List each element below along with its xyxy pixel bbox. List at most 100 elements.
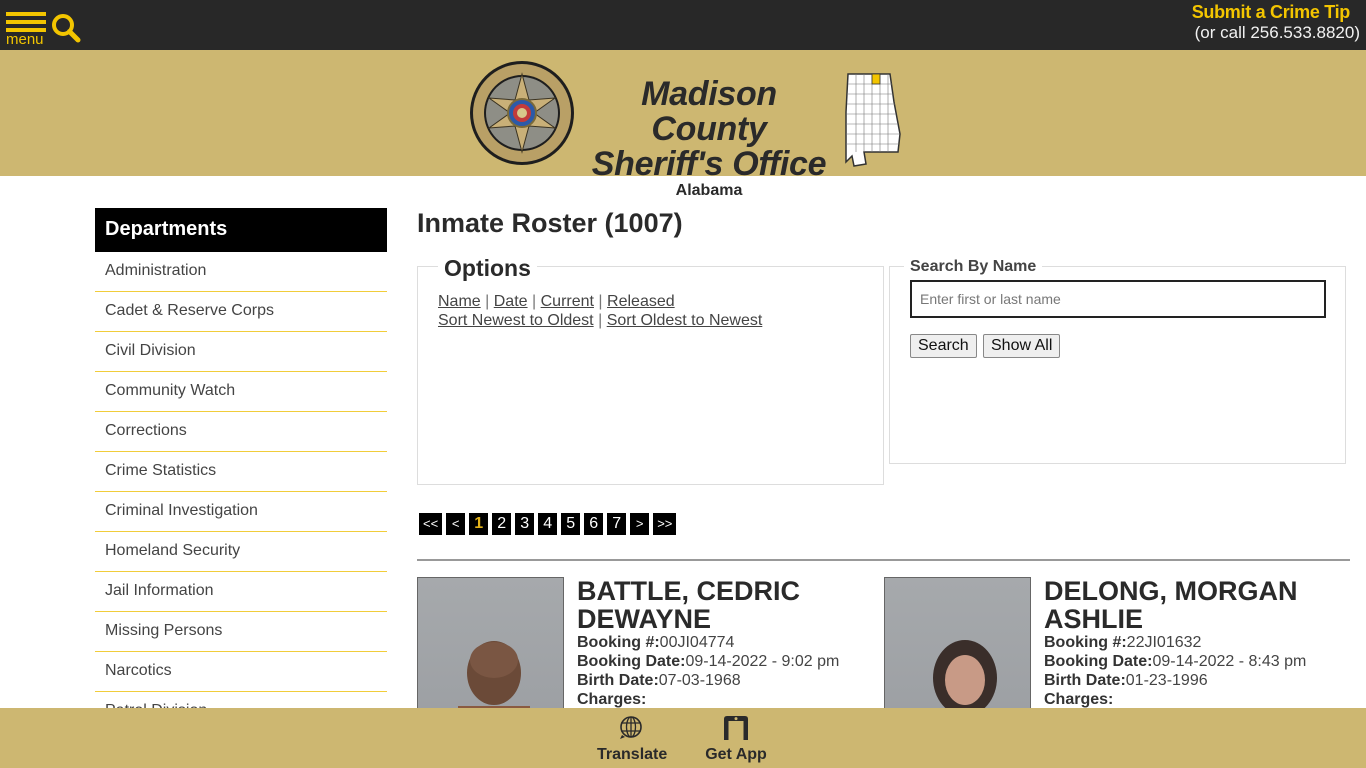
- mugshot-image: [930, 640, 1002, 726]
- birth-date: Birth Date:01-23-1996: [1044, 671, 1344, 690]
- page-prev-button[interactable]: <: [446, 513, 466, 535]
- sidebar-heading: Departments: [95, 208, 387, 252]
- booking-date: Booking Date:09-14-2022 - 8:43 pm: [1044, 652, 1344, 671]
- inmate-name-line2: DEWAYNE: [577, 604, 712, 634]
- name-search-input[interactable]: [910, 280, 1326, 318]
- sidebar-item-cadet-reserve-corps[interactable]: Cadet & Reserve Corps: [95, 292, 387, 332]
- sidebar-item-crime-statistics[interactable]: Crime Statistics: [95, 452, 387, 492]
- booking-number: Booking #:22JI01632: [1044, 633, 1344, 652]
- sidebar-item-jail-information[interactable]: Jail Information: [95, 572, 387, 612]
- booking-number-label: Booking #:: [577, 634, 660, 651]
- site-title-line1: Madison County: [641, 75, 777, 148]
- page-3-button[interactable]: 3: [515, 513, 535, 535]
- separator: |: [598, 293, 603, 310]
- page-7-button[interactable]: 7: [607, 513, 627, 535]
- sheriff-seal-logo[interactable]: [469, 60, 575, 166]
- options-panel: Options Name | Date | Current | Released…: [417, 255, 884, 485]
- pagination: << < 1 2 3 4 5 6 7 > >>: [419, 513, 677, 535]
- separator: |: [485, 293, 490, 310]
- crime-tip[interactable]: Submit a Crime Tip (or call 256.533.8820…: [1192, 2, 1360, 44]
- booking-date-value: 09-14-2022 - 8:43 pm: [1152, 653, 1307, 670]
- page-6-button[interactable]: 6: [584, 513, 604, 535]
- inmate-name-line1: DELONG, MORGAN: [1044, 576, 1298, 606]
- inmate-info: DELONG, MORGAN ASHLIE Booking #:22JI0163…: [1044, 577, 1344, 709]
- crime-tip-link[interactable]: Submit a Crime Tip: [1192, 2, 1351, 22]
- inmate-photo[interactable]: [417, 577, 564, 727]
- booking-date-value: 09-14-2022 - 9:02 pm: [685, 653, 840, 670]
- filter-released-link[interactable]: Released: [607, 293, 675, 310]
- filter-date-link[interactable]: Date: [494, 293, 528, 310]
- options-legend: Options: [438, 255, 537, 282]
- search-icon: [52, 14, 81, 43]
- booking-number-label: Booking #:: [1044, 634, 1127, 651]
- page-1-button[interactable]: 1: [469, 513, 489, 535]
- sidebar-item-homeland-security[interactable]: Homeland Security: [95, 532, 387, 572]
- filter-name-link[interactable]: Name: [438, 293, 481, 310]
- menu-button[interactable]: menu: [6, 10, 48, 48]
- page-5-button[interactable]: 5: [561, 513, 581, 535]
- smartphone-icon: [724, 716, 748, 740]
- site-title[interactable]: Madison County Sheriff's Office Alabama: [580, 77, 838, 200]
- globe-icon: [620, 716, 642, 739]
- sidebar-item-criminal-investigation[interactable]: Criminal Investigation: [95, 492, 387, 532]
- sort-newest-link[interactable]: Sort Newest to Oldest: [438, 312, 594, 329]
- page-last-button[interactable]: >>: [653, 513, 677, 535]
- booking-date-label: Booking Date:: [1044, 653, 1153, 670]
- sidebar-item-corrections[interactable]: Corrections: [95, 412, 387, 452]
- page-4-button[interactable]: 4: [538, 513, 558, 535]
- site-title-line2: Sheriff's Office: [591, 145, 827, 183]
- inmate-name-line2: ASHLIE: [1044, 604, 1144, 634]
- search-by-name-panel: Search By Name Search Show All: [889, 258, 1346, 464]
- page-next-button[interactable]: >: [630, 513, 650, 535]
- search-button[interactable]: [50, 12, 82, 44]
- booking-number-value: 00JI04774: [659, 634, 735, 651]
- booking-number: Booking #:00JI04774: [577, 633, 877, 652]
- separator: |: [532, 293, 537, 310]
- sidebar-item-civil-division[interactable]: Civil Division: [95, 332, 387, 372]
- options-links: Name | Date | Current | Released Sort Ne…: [438, 292, 762, 330]
- birth-date-value: 01-23-1996: [1125, 672, 1208, 689]
- booking-date: Booking Date:09-14-2022 - 9:02 pm: [577, 652, 877, 671]
- inmate-name-line1: BATTLE, CEDRIC: [577, 576, 800, 606]
- birth-date-label: Birth Date:: [577, 672, 659, 689]
- sidebar-item-missing-persons[interactable]: Missing Persons: [95, 612, 387, 652]
- booking-number-value: 22JI01632: [1126, 634, 1202, 651]
- page-title: Inmate Roster (1007): [417, 208, 683, 238]
- translate-button[interactable]: Translate: [597, 716, 668, 764]
- birth-date-label: Birth Date:: [1044, 672, 1126, 689]
- charges-label: Charges:: [577, 691, 647, 708]
- departments-sidebar: Departments Administration Cadet & Reser…: [95, 208, 387, 732]
- get-app-label: Get App: [705, 746, 767, 763]
- booking-date-label: Booking Date:: [577, 653, 686, 670]
- hamburger-icon: [6, 12, 46, 16]
- site-subtitle: Alabama: [675, 182, 743, 199]
- filter-current-link[interactable]: Current: [541, 293, 594, 310]
- page-first-button[interactable]: <<: [419, 513, 443, 535]
- sort-oldest-link[interactable]: Sort Oldest to Newest: [607, 312, 763, 329]
- inmate-name[interactable]: BATTLE, CEDRIC DEWAYNE: [577, 577, 877, 633]
- birth-date: Birth Date:07-03-1968: [577, 671, 877, 690]
- inmate-photo[interactable]: [884, 577, 1031, 727]
- search-legend: Search By Name: [904, 258, 1043, 276]
- divider: [417, 559, 1350, 561]
- inmate-name[interactable]: DELONG, MORGAN ASHLIE: [1044, 577, 1344, 633]
- charges-label: Charges:: [1044, 691, 1114, 708]
- hamburger-icon-bar: [6, 20, 46, 24]
- mugshot-image: [458, 641, 530, 726]
- charges: Charges:: [577, 690, 877, 709]
- alabama-map-icon: [845, 73, 901, 167]
- sidebar-item-community-watch[interactable]: Community Watch: [95, 372, 387, 412]
- crime-tip-phone[interactable]: (or call 256.533.8820): [1192, 22, 1360, 44]
- translate-label: Translate: [597, 746, 668, 763]
- show-all-button[interactable]: Show All: [983, 334, 1061, 358]
- menu-label: menu: [6, 31, 44, 48]
- search-submit-button[interactable]: Search: [910, 334, 977, 358]
- inmate-info: BATTLE, CEDRIC DEWAYNE Booking #:00JI047…: [577, 577, 877, 709]
- page-2-button[interactable]: 2: [492, 513, 512, 535]
- sidebar-item-narcotics[interactable]: Narcotics: [95, 652, 387, 692]
- sidebar-item-administration[interactable]: Administration: [95, 252, 387, 292]
- charges: Charges:: [1044, 690, 1344, 709]
- top-bar: menu Submit a Crime Tip (or call 256.533…: [0, 0, 1366, 50]
- get-app-button[interactable]: Get App: [705, 716, 767, 764]
- birth-date-value: 07-03-1968: [658, 672, 741, 689]
